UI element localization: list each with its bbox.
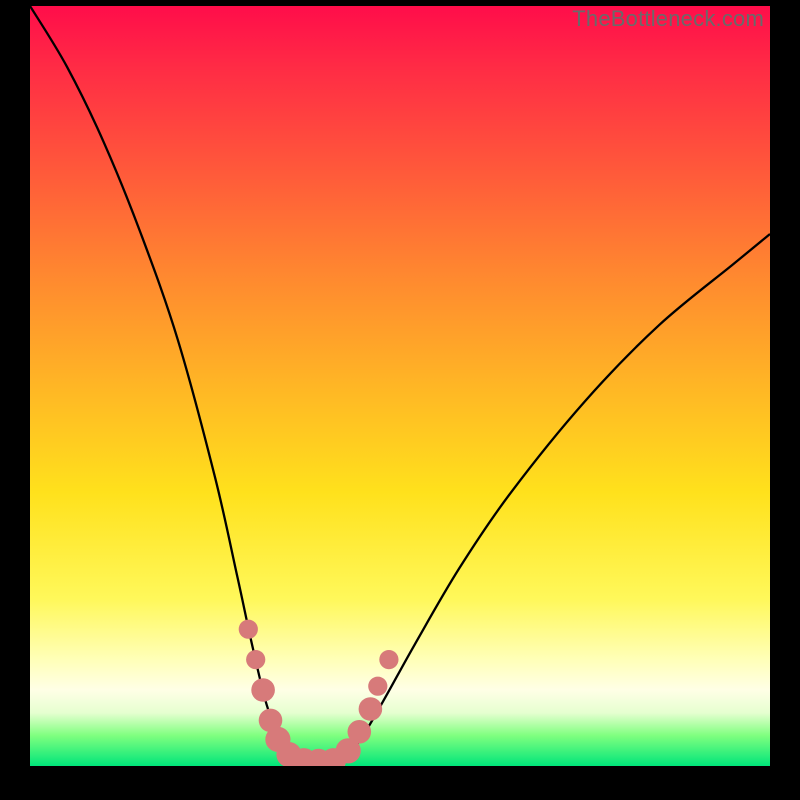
valley-dot (246, 650, 265, 669)
bottleneck-curve-svg (30, 6, 770, 766)
valley-dot (251, 678, 275, 702)
valley-dots (239, 620, 399, 766)
valley-dot (368, 677, 387, 696)
valley-dot (348, 720, 372, 744)
valley-dot (379, 650, 398, 669)
chart-frame (30, 6, 770, 766)
plot-group (30, 6, 770, 766)
valley-dot (359, 697, 383, 721)
valley-dot (239, 620, 258, 639)
watermark-label: TheBottleneck.com (572, 6, 764, 32)
v-curve (30, 6, 770, 766)
